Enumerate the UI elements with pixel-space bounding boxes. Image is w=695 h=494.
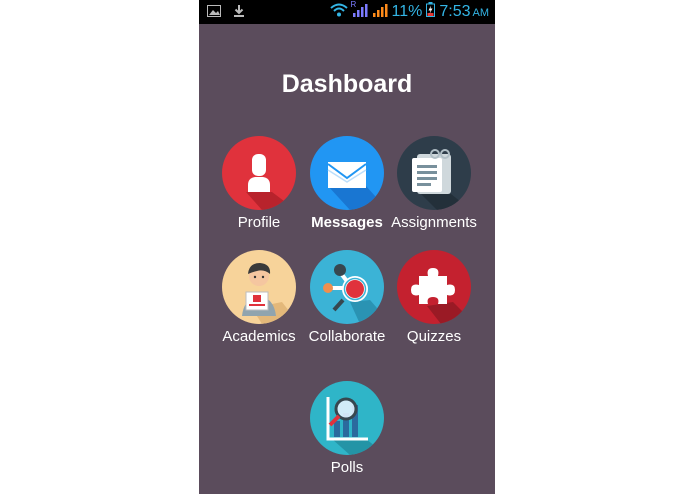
- signal-icon: [372, 3, 388, 22]
- download-icon: [233, 4, 245, 23]
- messages-label: Messages: [311, 214, 383, 231]
- network-type-label: R: [350, 0, 357, 9]
- network-icon[interactable]: [310, 250, 384, 324]
- messages-tile[interactable]: Messages: [299, 136, 395, 231]
- profile-label: Profile: [237, 214, 281, 231]
- quizzes-tile[interactable]: Quizzes: [386, 250, 482, 345]
- puzzle-icon[interactable]: [397, 250, 471, 324]
- academics-tile[interactable]: Academics: [211, 250, 307, 345]
- image-notification-icon: [207, 4, 221, 23]
- profile-tile[interactable]: Profile: [211, 136, 307, 231]
- battery-percent: 11%: [391, 3, 423, 20]
- phone-screen: R 11% 7:53 AM Dashboard Profile Messages…: [199, 0, 495, 494]
- wifi-icon: [329, 3, 348, 22]
- collaborate-label: Collaborate: [308, 328, 386, 345]
- clock-ampm: AM: [472, 7, 490, 19]
- clock-hours-minutes: 7:53: [439, 3, 471, 20]
- clock-time: 7:53 AM: [439, 3, 489, 21]
- page-title: Dashboard: [281, 70, 413, 98]
- battery-charging-icon: [426, 2, 436, 22]
- clipboard-icon[interactable]: [397, 136, 471, 210]
- envelope-icon[interactable]: [310, 136, 384, 210]
- collaborate-tile[interactable]: Collaborate: [299, 250, 395, 345]
- profile-icon[interactable]: [222, 136, 296, 210]
- polls-label: Polls: [330, 459, 364, 476]
- assignments-tile[interactable]: Assignments: [386, 136, 482, 231]
- polls-tile[interactable]: Polls: [299, 381, 395, 476]
- signal-icon: R: [350, 0, 368, 22]
- student-avatar-icon[interactable]: [222, 250, 296, 324]
- chart-magnifier-icon[interactable]: [310, 381, 384, 455]
- assignments-label: Assignments: [391, 214, 477, 231]
- quizzes-label: Quizzes: [406, 328, 462, 345]
- status-bar: R 11% 7:53 AM: [199, 0, 495, 24]
- academics-label: Academics: [222, 328, 296, 345]
